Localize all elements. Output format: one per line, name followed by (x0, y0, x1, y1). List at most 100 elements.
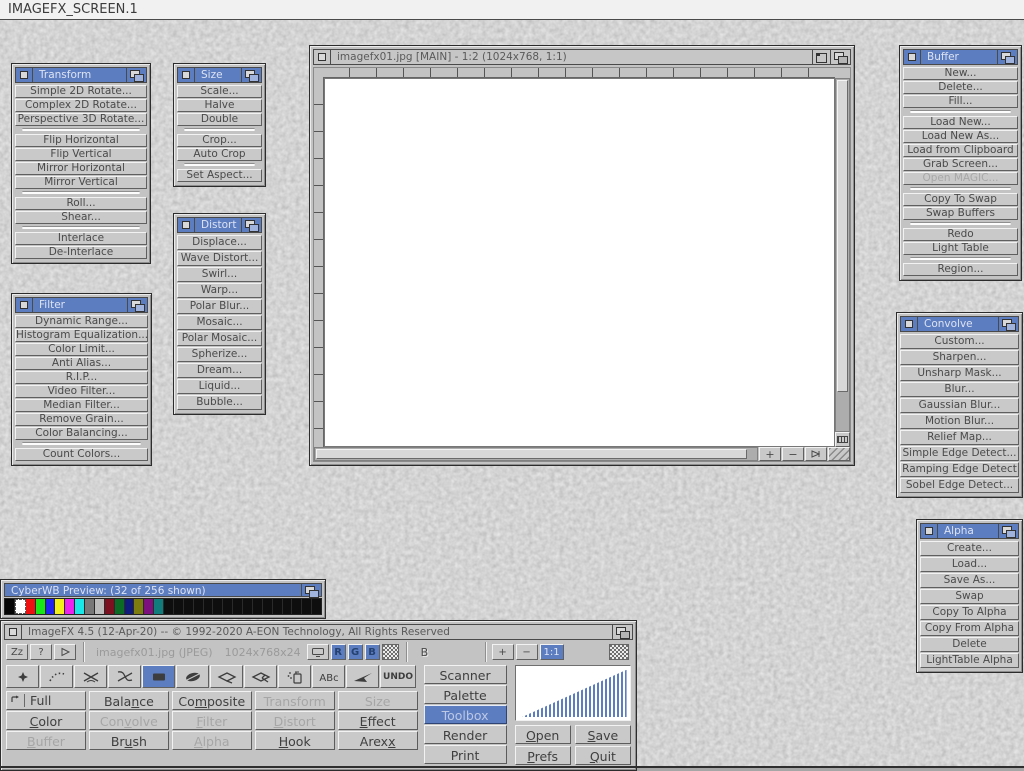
menu-button-median-filter[interactable]: Median Filter... (15, 399, 148, 412)
palette-swatch-20[interactable] (204, 599, 214, 614)
menu-button-custom[interactable]: Custom... (900, 334, 1019, 349)
vertical-scroll-thumb[interactable] (837, 80, 848, 392)
arexx-button[interactable]: Arexx (338, 731, 418, 750)
menu-button-ramping-edge-detect[interactable]: Ramping Edge Detect (900, 462, 1019, 477)
zoom-ratio-button[interactable]: 1:1 (540, 644, 564, 660)
menu-button-sobel-edge-detect[interactable]: Sobel Edge Detect... (900, 478, 1019, 493)
undo-button[interactable]: UNDO (380, 665, 416, 688)
depth-gadget-icon[interactable] (830, 50, 850, 64)
zoom-out-button[interactable]: − (516, 644, 538, 660)
zoom-gadget-icon[interactable] (812, 50, 830, 64)
image-canvas[interactable] (324, 78, 834, 447)
effect-button[interactable]: Effect (338, 711, 418, 730)
menu-button-r-i-p[interactable]: R.I.P... (15, 371, 148, 384)
menu-button-color-limit[interactable]: Color Limit... (15, 343, 148, 356)
palette-swatch-8[interactable] (85, 599, 95, 614)
menu-button-load[interactable]: Load... (920, 557, 1019, 572)
menu-button-copy-to-alpha[interactable]: Copy To Alpha (920, 605, 1019, 620)
resize-corner[interactable] (828, 447, 850, 461)
toolbar-titlebar[interactable]: ImageFX 4.5 (12-Apr-20) -- © 1992-2020 A… (4, 624, 633, 640)
menu-button-delete[interactable]: Delete... (903, 81, 1018, 94)
menu-button-shear[interactable]: Shear... (15, 211, 147, 224)
palette-swatch-7[interactable] (75, 599, 85, 614)
view-mode-cycle-button[interactable]: Full (6, 691, 86, 710)
sleep-button[interactable]: Zz (6, 644, 28, 660)
menu-button-roll[interactable]: Roll... (15, 197, 147, 210)
pen-tool[interactable] (244, 665, 277, 688)
green-channel-button[interactable]: G (348, 644, 363, 660)
palette-swatch-23[interactable] (233, 599, 243, 614)
point-tool[interactable] (6, 665, 39, 688)
menu-button-create[interactable]: Create... (920, 541, 1019, 556)
palette-swatch-27[interactable] (273, 599, 283, 614)
freehand-draw-tool[interactable] (40, 665, 73, 688)
transform-titlebar[interactable]: Transform (15, 67, 147, 83)
panel-gadget-icon[interactable] (835, 432, 850, 447)
depth-gadget-icon[interactable] (998, 524, 1018, 538)
horizontal-scrollbar[interactable] (314, 447, 758, 461)
close-icon[interactable] (904, 50, 921, 64)
oval-tool[interactable] (176, 665, 209, 688)
spray-tool[interactable] (278, 665, 311, 688)
menu-button-new[interactable]: New... (903, 67, 1018, 80)
palette-swatch-12[interactable] (125, 599, 135, 614)
menu-button-load-from-clipboard[interactable]: Load from Clipboard (903, 144, 1018, 157)
palette-swatch-16[interactable] (164, 599, 174, 614)
menu-button-liquid[interactable]: Liquid... (177, 379, 262, 394)
palette-button[interactable]: Palette (424, 685, 507, 704)
airbrush-tool[interactable] (346, 665, 379, 688)
menu-button-swap-buffers[interactable]: Swap Buffers (903, 207, 1018, 220)
prefs-button[interactable]: Prefs (515, 746, 571, 765)
close-icon[interactable] (921, 524, 938, 538)
depth-gadget-icon[interactable] (241, 218, 261, 232)
menu-button-save-as[interactable]: Save As... (920, 573, 1019, 588)
palette-swatch-26[interactable] (263, 599, 273, 614)
palette-swatch-0[interactable] (5, 599, 15, 614)
menu-button-copy-from-alpha[interactable]: Copy From Alpha (920, 621, 1019, 636)
palette-swatch-10[interactable] (105, 599, 115, 614)
palette-swatch-3[interactable] (36, 599, 46, 614)
blue-channel-button[interactable]: B (365, 644, 380, 660)
dither-pattern-swatch[interactable] (382, 644, 399, 660)
menu-button-set-aspect[interactable]: Set Aspect... (177, 169, 262, 182)
toolbox-button[interactable]: Toolbox (424, 705, 507, 724)
depth-gadget-icon[interactable] (301, 584, 321, 596)
palette-swatch-1[interactable] (15, 599, 26, 614)
depth-gadget-icon[interactable] (612, 625, 632, 639)
menu-button-auto-crop[interactable]: Auto Crop (177, 148, 262, 161)
zoom-out-button[interactable]: − (782, 447, 804, 461)
menu-button-swirl[interactable]: Swirl... (177, 267, 262, 282)
close-icon[interactable] (314, 50, 331, 64)
palette-swatch-13[interactable] (134, 599, 144, 614)
palette-swatch-22[interactable] (223, 599, 233, 614)
menu-button-mirror-horizontal[interactable]: Mirror Horizontal (15, 162, 147, 175)
color-button[interactable]: Color (6, 711, 86, 730)
palette-swatch-5[interactable] (55, 599, 65, 614)
palette-swatch-29[interactable] (292, 599, 302, 614)
monitor-icon[interactable] (307, 644, 329, 660)
convolve-titlebar[interactable]: Convolve (900, 316, 1019, 332)
depth-gadget-icon[interactable] (997, 50, 1017, 64)
run-button[interactable] (54, 644, 76, 660)
palette-swatch-31[interactable] (312, 599, 321, 614)
palette-swatch-24[interactable] (243, 599, 253, 614)
menu-button-relief-map[interactable]: Relief Map... (900, 430, 1019, 445)
menu-button-color-balancing[interactable]: Color Balancing... (15, 427, 148, 440)
brush-button[interactable]: Brush (89, 731, 169, 750)
screen-titlebar[interactable]: IMAGEFX_SCREEN.1 (0, 0, 1024, 20)
red-channel-button[interactable]: R (331, 644, 346, 660)
image-window-titlebar[interactable]: imagefx01.jpg [MAIN] - 1:2 (1024x768, 1:… (313, 49, 851, 65)
close-icon[interactable] (178, 68, 195, 82)
freehand-cut-tool[interactable] (74, 665, 107, 688)
palette-swatch-28[interactable] (283, 599, 293, 614)
menu-button-motion-blur[interactable]: Motion Blur... (900, 414, 1019, 429)
close-icon[interactable] (16, 298, 33, 312)
menu-button-interlace[interactable]: Interlace (15, 232, 147, 245)
scanner-button[interactable]: Scanner (424, 665, 507, 684)
menu-button-unsharp-mask[interactable]: Unsharp Mask... (900, 366, 1019, 381)
menu-button-fill[interactable]: Fill... (903, 95, 1018, 108)
menu-button-wave-distort[interactable]: Wave Distort... (177, 251, 262, 266)
palette-swatch-17[interactable] (174, 599, 184, 614)
menu-button-load-new-as[interactable]: Load New As... (903, 130, 1018, 143)
palette-swatch-19[interactable] (194, 599, 204, 614)
